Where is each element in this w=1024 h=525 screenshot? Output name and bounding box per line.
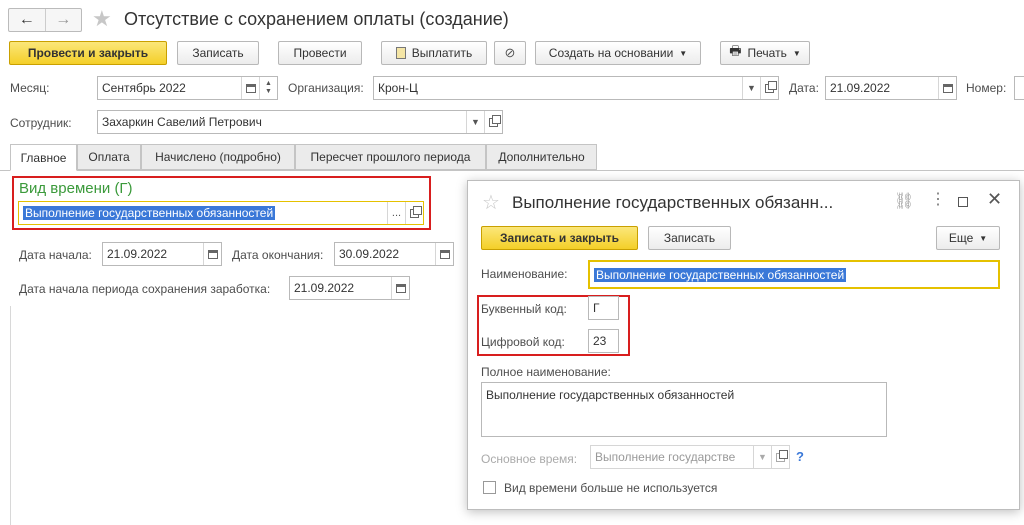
main-time-value: Выполнение государстве bbox=[595, 450, 736, 464]
open-icon[interactable] bbox=[760, 77, 778, 99]
employee-field[interactable]: Захаркин Савелий Петрович ▼ bbox=[97, 110, 503, 134]
more-menu-icon[interactable]: ⋮ bbox=[930, 189, 946, 209]
calendar-icon[interactable] bbox=[203, 243, 221, 265]
main-time-field: Выполнение государстве ▼ bbox=[590, 445, 790, 469]
calendar-icon[interactable] bbox=[435, 243, 453, 265]
chevron-down-icon: ▼ bbox=[979, 233, 988, 243]
digit-code-label: Цифровой код: bbox=[481, 335, 565, 349]
create-based-on-label: Создать на основании bbox=[548, 46, 674, 60]
end-date-field[interactable]: 30.09.2022 bbox=[334, 242, 454, 266]
name-label: Наименование: bbox=[481, 267, 568, 281]
pay-document-icon bbox=[395, 47, 406, 59]
org-field[interactable]: Крон-Ц ▼ bbox=[373, 76, 779, 100]
tab-main[interactable]: Главное bbox=[10, 144, 77, 171]
dropdown-icon: ▼ bbox=[753, 446, 771, 468]
start-date-field[interactable]: 21.09.2022 bbox=[102, 242, 222, 266]
window-title: Отсутствие с сохранением оплаты (создани… bbox=[124, 9, 509, 29]
calendar-icon[interactable] bbox=[391, 277, 409, 299]
time-type-field[interactable]: Выполнение государственных обязанностей … bbox=[18, 201, 424, 225]
tab-additional[interactable]: Дополнительно bbox=[486, 144, 597, 170]
org-label: Организация: bbox=[288, 81, 364, 95]
favorite-star-icon[interactable]: ★ bbox=[92, 6, 112, 32]
open-icon bbox=[771, 446, 789, 468]
print-label: Печать bbox=[747, 46, 787, 60]
month-field[interactable]: Сентябрь 2022 ▲ ▼ bbox=[97, 76, 278, 100]
name-field[interactable]: Выполнение государственных обязанностей bbox=[588, 260, 1000, 289]
name-value: Выполнение государственных обязанностей bbox=[594, 267, 847, 282]
dropdown-icon[interactable]: ▼ bbox=[466, 111, 484, 133]
end-date-label: Дата окончания: bbox=[232, 248, 324, 262]
date-label: Дата: bbox=[789, 81, 819, 95]
dialog-save-button[interactable]: Записать bbox=[648, 226, 731, 250]
unused-checkbox[interactable] bbox=[483, 481, 496, 494]
paperclip-icon: ⊘ bbox=[504, 45, 516, 60]
create-based-on-button[interactable]: Создать на основании ▼ bbox=[535, 41, 701, 65]
main-time-label: Основное время: bbox=[481, 452, 578, 466]
save-and-close-button[interactable]: Записать и закрыть bbox=[481, 226, 638, 250]
attach-button[interactable]: ⊘ bbox=[494, 41, 526, 65]
left-panel-divider bbox=[10, 306, 11, 525]
digit-code-field[interactable]: 23 bbox=[588, 329, 619, 353]
full-name-textarea[interactable]: Выполнение государственных обязанностей bbox=[481, 382, 887, 437]
maximize-icon[interactable] bbox=[958, 197, 968, 207]
number-field[interactable] bbox=[1014, 76, 1024, 100]
month-value: Сентябрь 2022 bbox=[102, 81, 186, 95]
tab-strip-line bbox=[0, 170, 1024, 171]
letter-code-value: Г bbox=[593, 301, 600, 315]
back-button[interactable]: ← bbox=[9, 9, 46, 31]
link-icon[interactable]: ⛓ bbox=[894, 191, 914, 211]
post-and-close-button[interactable]: Провести и закрыть bbox=[9, 41, 167, 65]
post-button[interactable]: Провести bbox=[278, 41, 362, 65]
date-value: 21.09.2022 bbox=[830, 81, 891, 95]
help-icon[interactable]: ? bbox=[796, 449, 804, 464]
employee-value: Захаркин Савелий Петрович bbox=[102, 115, 262, 129]
save-button[interactable]: Записать bbox=[177, 41, 259, 65]
time-type-dialog: ☆ Выполнение государственных обязанн... … bbox=[467, 180, 1020, 510]
dropdown-icon[interactable]: ▼ bbox=[742, 77, 760, 99]
time-type-value: Выполнение государственных обязанностей bbox=[23, 206, 276, 220]
pay-button-label: Выплатить bbox=[411, 46, 473, 60]
tab-recalc-past-period[interactable]: Пересчет прошлого периода bbox=[295, 144, 486, 170]
dialog-star-icon[interactable]: ☆ bbox=[482, 190, 500, 215]
tab-payment[interactable]: Оплата bbox=[77, 144, 141, 170]
chevron-down-icon: ▼ bbox=[792, 48, 801, 58]
month-spinner[interactable]: ▲ ▼ bbox=[259, 77, 277, 99]
close-icon[interactable]: ✕ bbox=[987, 189, 1002, 210]
open-icon[interactable] bbox=[405, 202, 423, 224]
unused-label: Вид времени больше не используется bbox=[504, 481, 718, 495]
month-label: Месяц: bbox=[10, 81, 50, 95]
chevron-down-icon: ▼ bbox=[679, 48, 688, 58]
select-ellipsis-icon[interactable]: ... bbox=[387, 202, 405, 224]
employee-label: Сотрудник: bbox=[10, 116, 72, 130]
print-button[interactable]: 🖶 Печать ▼ bbox=[720, 41, 810, 65]
more-button[interactable]: Еще ▼ bbox=[936, 226, 1000, 250]
full-name-label: Полное наименование: bbox=[481, 365, 611, 379]
digit-code-value: 23 bbox=[593, 334, 607, 348]
end-date-value: 30.09.2022 bbox=[339, 247, 400, 261]
pay-period-start-label: Дата начала периода сохранения заработка… bbox=[19, 282, 271, 296]
date-field[interactable]: 21.09.2022 bbox=[825, 76, 957, 100]
pay-period-start-value: 21.09.2022 bbox=[294, 281, 355, 295]
pay-button[interactable]: Выплатить bbox=[381, 41, 487, 65]
pay-period-start-field[interactable]: 21.09.2022 bbox=[289, 276, 410, 300]
tab-accrued-detailed[interactable]: Начислено (подробно) bbox=[141, 144, 295, 170]
time-type-group-title: Вид времени (Г) bbox=[19, 180, 133, 197]
calendar-icon[interactable] bbox=[938, 77, 956, 99]
forward-button[interactable]: → bbox=[46, 9, 82, 31]
start-date-value: 21.09.2022 bbox=[107, 247, 168, 261]
letter-code-label: Буквенный код: bbox=[481, 302, 567, 316]
number-label: Номер: bbox=[966, 81, 1007, 95]
calendar-icon[interactable] bbox=[241, 77, 259, 99]
nav-group: ← → bbox=[8, 8, 82, 32]
more-label: Еще bbox=[948, 231, 974, 245]
dialog-title: Выполнение государственных обязанн... bbox=[512, 193, 834, 212]
org-value: Крон-Ц bbox=[378, 81, 418, 95]
printer-icon: 🖶 bbox=[729, 43, 742, 58]
open-icon[interactable] bbox=[484, 111, 502, 133]
start-date-label: Дата начала: bbox=[19, 248, 92, 262]
letter-code-field[interactable]: Г bbox=[588, 296, 619, 320]
